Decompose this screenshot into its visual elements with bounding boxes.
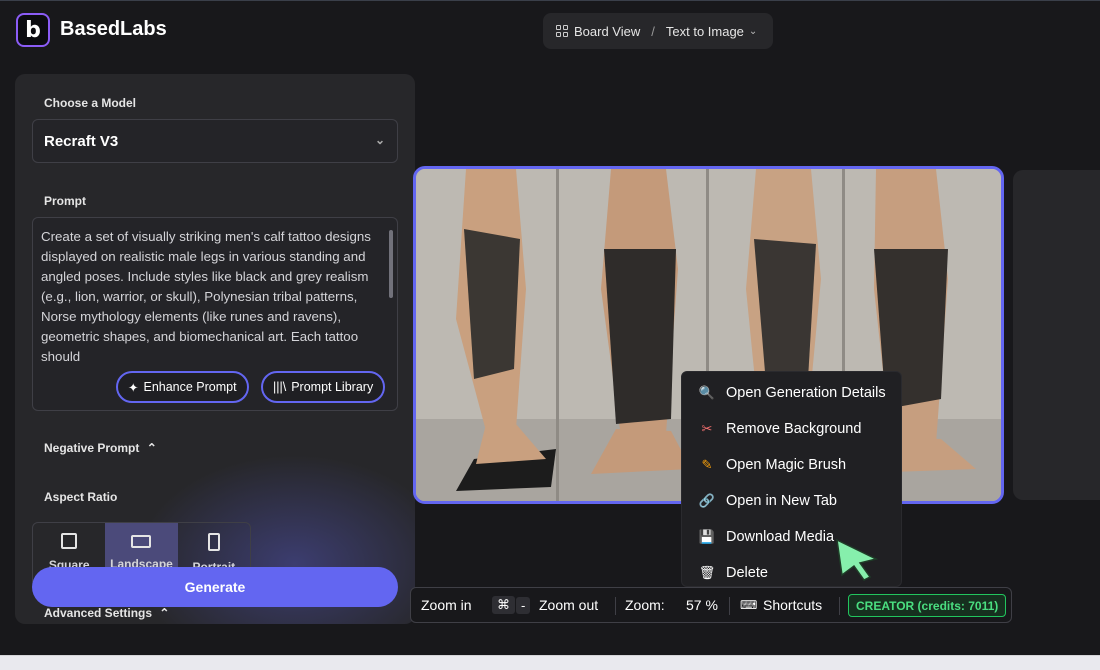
- menu-item-delete[interactable]: 🗑 Delete: [698, 562, 768, 584]
- menu-item-download-media[interactable]: 💾 Download Media: [698, 526, 834, 548]
- prompt-scrollbar[interactable]: [389, 230, 393, 298]
- credits-badge[interactable]: CREATOR (credits: 7011): [848, 594, 1007, 617]
- minus-key: -: [516, 596, 531, 614]
- chevron-up-icon: ⌃: [159, 606, 170, 620]
- model-select[interactable]: Recraft V3 ⌄: [32, 119, 398, 163]
- chevron-down-icon[interactable]: ⌄: [749, 26, 757, 37]
- chevron-up-icon: ⌃: [146, 441, 157, 455]
- board-view-icon: [556, 25, 568, 37]
- menu-item-label: Delete: [726, 565, 768, 581]
- top-bar: b BasedLabs Board View / Text to Image ⌄: [0, 0, 1100, 58]
- trash-icon: 🗑: [698, 565, 716, 580]
- prompt-library-label: Prompt Library: [291, 380, 374, 394]
- divider: [839, 597, 840, 615]
- floppy-disk-icon: 💾: [698, 529, 716, 544]
- mouse-cursor-icon: [836, 538, 879, 581]
- next-image-card[interactable]: [1013, 170, 1100, 500]
- enhance-prompt-button[interactable]: ✦ Enhance Prompt: [116, 371, 249, 403]
- prompt-textarea[interactable]: Create a set of visually striking men's …: [32, 217, 398, 411]
- menu-item-open-generation-details[interactable]: 🔍 Open Generation Details: [698, 382, 886, 404]
- brand-name[interactable]: BasedLabs: [60, 18, 167, 41]
- breadcrumb: Board View / Text to Image ⌄: [543, 13, 773, 49]
- menu-item-label: Open Generation Details: [726, 385, 886, 401]
- shortcuts-button[interactable]: Shortcuts: [763, 597, 822, 613]
- library-icon: |||\: [273, 380, 287, 394]
- menu-item-label: Open in New Tab: [726, 493, 837, 509]
- cmd-key: ⌘: [492, 596, 515, 614]
- prompt-library-button[interactable]: |||\ Prompt Library: [261, 371, 386, 403]
- menu-item-label: Open Magic Brush: [726, 457, 847, 473]
- negative-prompt-toggle[interactable]: Negative Prompt ⌃: [44, 441, 157, 455]
- menu-item-open-magic-brush[interactable]: ✎ Open Magic Brush: [698, 454, 847, 476]
- negative-prompt-label: Negative Prompt: [44, 441, 140, 455]
- settings-panel: Choose a Model Recraft V3 ⌄ Prompt Creat…: [15, 74, 415, 624]
- menu-item-open-in-new-tab[interactable]: 🔗 Open in New Tab: [698, 490, 837, 512]
- breadcrumb-separator: /: [651, 23, 655, 39]
- scissors-icon: ✂: [701, 421, 713, 436]
- zoom-toolbar: Zoom in ⌘ - Zoom out Zoom: 57 % ⌨ Shortc…: [410, 587, 1012, 623]
- logo-letter: b: [25, 17, 41, 43]
- breadcrumb-mode[interactable]: Text to Image: [666, 24, 744, 39]
- zoom-value[interactable]: 57 %: [686, 597, 718, 613]
- brush-icon: ✎: [701, 457, 713, 472]
- breadcrumb-board-view[interactable]: Board View: [574, 24, 640, 39]
- landscape-icon: [131, 535, 152, 548]
- advanced-settings-toggle[interactable]: Advanced Settings ⌃: [44, 606, 169, 620]
- prompt-label: Prompt: [44, 194, 86, 208]
- zoom-out-button[interactable]: Zoom out: [539, 597, 598, 613]
- magnifier-icon: 🔍: [698, 385, 716, 400]
- prompt-text[interactable]: Create a set of visually striking men's …: [41, 227, 381, 361]
- advanced-settings-label: Advanced Settings: [44, 606, 153, 620]
- enhance-prompt-label: Enhance Prompt: [143, 380, 237, 394]
- square-icon: [61, 533, 78, 549]
- model-label: Choose a Model: [44, 96, 137, 110]
- model-value: Recraft V3: [44, 132, 119, 150]
- os-taskbar: [0, 655, 1100, 670]
- menu-item-label: Download Media: [726, 529, 835, 545]
- link-icon: 🔗: [698, 493, 716, 508]
- aspect-ratio-label: Aspect Ratio: [44, 490, 118, 504]
- divider: [729, 597, 730, 615]
- logo[interactable]: b: [16, 13, 50, 47]
- portrait-icon: [207, 533, 220, 551]
- menu-item-remove-background[interactable]: ✂ Remove Background: [698, 418, 862, 440]
- generate-button[interactable]: Generate: [32, 567, 398, 607]
- chevron-down-icon: ⌄: [374, 133, 385, 147]
- zoom-label: Zoom:: [625, 597, 665, 613]
- zoom-in-button[interactable]: Zoom in: [421, 597, 472, 613]
- sparkle-icon: ✦: [128, 380, 139, 395]
- menu-item-label: Remove Background: [726, 421, 862, 437]
- keyboard-icon: ⌨: [740, 598, 758, 612]
- divider: [615, 597, 616, 615]
